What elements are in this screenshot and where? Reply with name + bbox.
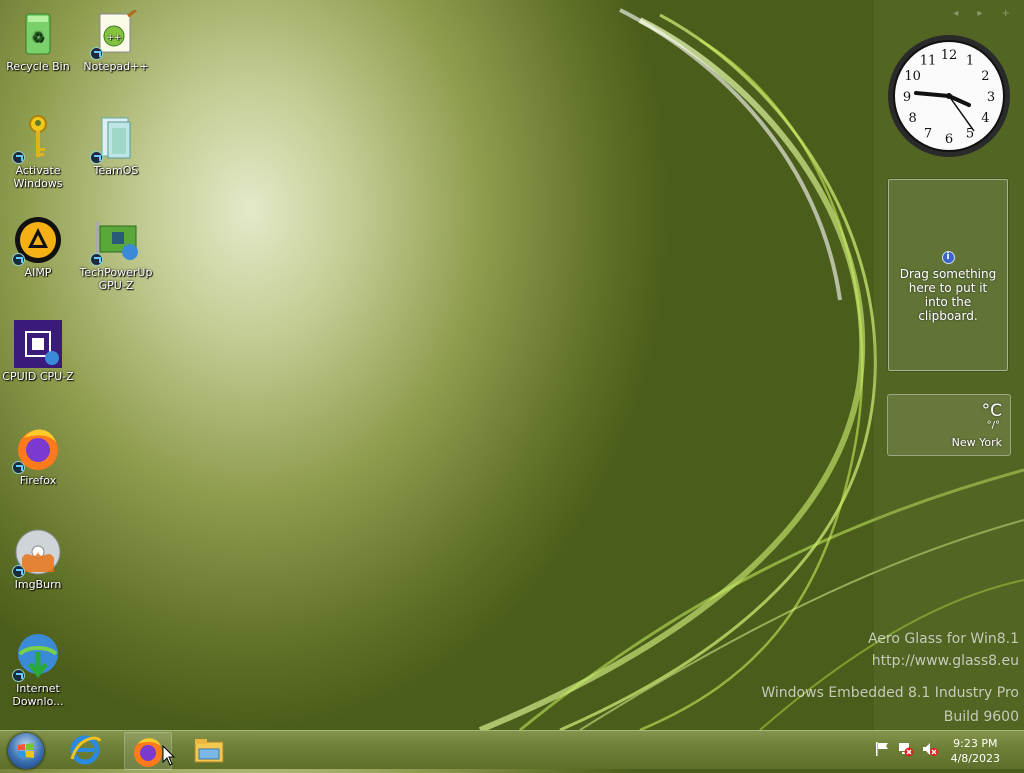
taskbar: 9:23 PM 4/8/2023 (0, 730, 1024, 770)
desktop-icon-label: AIMP (24, 266, 52, 279)
desktop-icon-label: TechPowerUp GPU-Z (79, 266, 153, 292)
clock-number-8: 8 (908, 111, 916, 126)
desktop-icon-aimp[interactable]: AIMP (1, 216, 75, 279)
clock-number-11: 11 (920, 54, 937, 69)
clock-number-12: 12 (941, 48, 958, 63)
network-disconnected-icon[interactable] (898, 741, 914, 757)
watermark-line3: Windows Embedded 8.1 Industry Pro (761, 685, 1019, 701)
desktop-icon-label: TeamOS (93, 164, 139, 177)
desktop-icon-label: Notepad++ (83, 60, 149, 73)
desktop-icon-label: Internet Downlo... (12, 682, 64, 708)
windows-logo-icon (18, 743, 34, 758)
clock-number-9: 9 (903, 90, 911, 105)
desktop-icon-label: Activate Windows (13, 164, 63, 190)
watermark-line2: http://www.glass8.eu (871, 653, 1019, 669)
desktop-icon-label: CPUID CPU-Z (2, 370, 74, 383)
desktop-icon-notepad-plus-plus[interactable]: ++ Notepad++ (79, 8, 153, 73)
watermark-line4: Build 9600 (943, 709, 1019, 725)
aimp-icon (12, 216, 62, 266)
system-tray: 9:23 PM 4/8/2023 (854, 731, 1024, 769)
action-center-flag-icon[interactable] (874, 741, 890, 757)
teamos-icon (90, 114, 140, 164)
internet-download-manager-icon (12, 632, 62, 682)
desktop-icon-cpu-z[interactable]: CPUID CPU-Z (1, 320, 75, 383)
recycle-bin-icon: ♻ (14, 10, 62, 58)
info-icon: i (941, 251, 955, 264)
desktop-icon-teamos[interactable]: TeamOS (79, 114, 153, 177)
clipboard-message: Drag something here to put it into the c… (899, 267, 997, 323)
key-icon (12, 114, 62, 164)
desktop-icon-label: Firefox (19, 474, 57, 487)
volume-muted-icon[interactable] (922, 741, 938, 757)
mouse-cursor-icon (162, 745, 176, 766)
desktop-icon-imgburn[interactable]: ImgBurn (1, 528, 75, 591)
taskbar-time: 9:23 PM (953, 737, 998, 750)
firefox-icon (12, 424, 62, 474)
clock-number-7: 7 (924, 126, 932, 141)
clock-number-2: 2 (981, 69, 989, 84)
clock-number-4: 4 (981, 111, 989, 126)
desktop-icon-activate-windows[interactable]: Activate Windows (1, 114, 75, 190)
clock-number-1: 1 (966, 54, 974, 69)
desktop-icon-label: Recycle Bin (6, 60, 70, 73)
desktop-icon-recycle-bin[interactable]: ♻ Recycle Bin (1, 10, 75, 73)
cpu-z-icon (14, 320, 62, 368)
desktop-icon-gpu-z[interactable]: TechPowerUp GPU-Z (79, 216, 153, 292)
imgburn-icon (12, 528, 62, 578)
gpu-z-icon (90, 216, 140, 266)
weather-range: °/° (986, 420, 1000, 431)
taskbar-date: 4/8/2023 (950, 752, 1000, 765)
desktop-icon-internet-download-manager[interactable]: Internet Downlo... (1, 632, 75, 708)
file-explorer-icon (194, 739, 224, 763)
clock-number-10: 10 (904, 69, 921, 84)
clock-gadget[interactable]: 12 1234567891011 (886, 33, 1012, 159)
taskbar-clock[interactable]: 9:23 PM 4/8/2023 (951, 736, 1000, 766)
weather-city: New York (951, 436, 1002, 449)
svg-text:♻: ♻ (32, 30, 45, 46)
internet-explorer-icon (70, 735, 102, 765)
weather-gadget[interactable]: °C °/° New York (887, 394, 1011, 456)
wallpaper (478, 8, 1024, 730)
clock-number-3: 3 (987, 90, 995, 105)
taskbar-internet-explorer[interactable] (62, 732, 108, 768)
start-button[interactable] (8, 733, 44, 769)
clipboard-gadget[interactable]: i Drag something here to put it into the… (888, 179, 1008, 371)
svg-text:++: ++ (106, 33, 121, 43)
clock-number-6: 6 (945, 132, 953, 147)
taskbar-file-explorer[interactable] (186, 732, 232, 768)
weather-temperature: °C (981, 401, 1002, 421)
firefox-icon (134, 738, 162, 767)
watermark-line1: Aero Glass for Win8.1 (867, 631, 1019, 647)
desktop-icon-label: ImgBurn (14, 578, 62, 591)
sidebar-controls[interactable]: ◂ ▸ + (953, 8, 1018, 19)
notepad-plus-plus-icon: ++ (90, 8, 140, 60)
desktop-icon-firefox[interactable]: Firefox (1, 424, 75, 487)
